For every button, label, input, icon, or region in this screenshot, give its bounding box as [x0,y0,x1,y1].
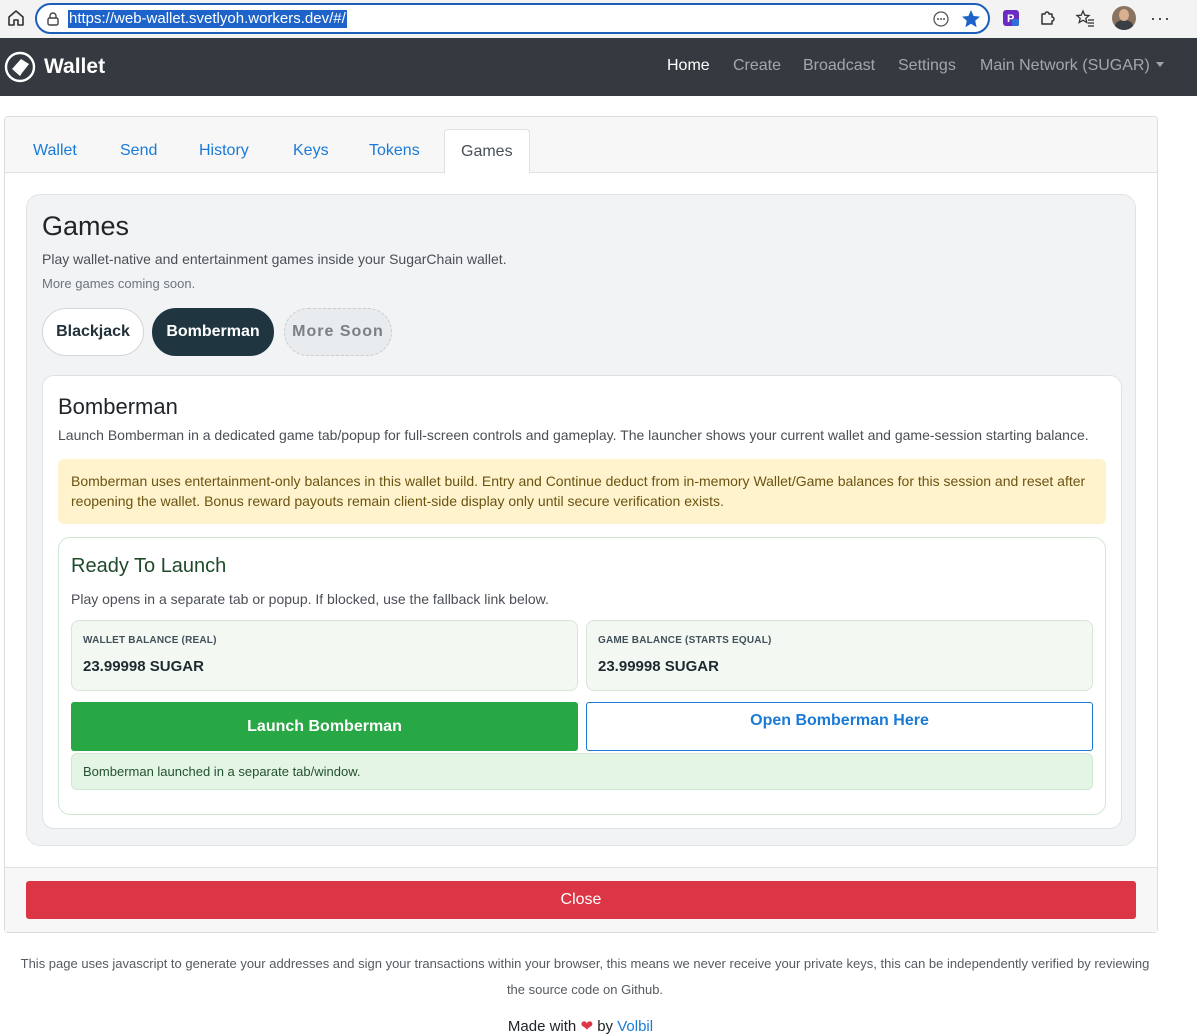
nav-broadcast[interactable]: Broadcast [803,57,875,75]
profile-avatar[interactable] [1112,6,1136,30]
game-pill-more-soon: More Soon [284,308,392,356]
nav-home[interactable]: Home [667,57,710,75]
wallet-logo-icon[interactable] [4,51,36,83]
lock-icon[interactable] [45,11,61,27]
heart-icon: ❤ [580,1018,594,1035]
url-text[interactable]: https://web-wallet.svetlyoh.workers.dev/… [68,10,347,28]
wallet-balance-value: 23.99998 SUGAR [83,658,204,675]
tab-tokens[interactable]: Tokens [353,129,436,173]
game-pill-bomberman[interactable]: Bomberman [152,308,274,356]
launch-bomberman-button[interactable]: Launch Bomberman [71,702,578,751]
close-button[interactable]: Close [26,881,1136,919]
navbar: Wallet Home Create Broadcast Settings Ma… [0,38,1197,96]
bomberman-description: Launch Bomberman in a dedicated game tab… [58,427,1089,443]
open-bomberman-here-button[interactable]: Open Bomberman Here [586,702,1093,751]
made-with-credit: Made with ❤ by Volbil [0,1017,1161,1035]
reader-icon[interactable] [932,10,950,28]
brand-name[interactable]: Wallet [44,55,105,79]
chevron-down-icon [1155,61,1164,67]
tab-bar: Wallet Send History Keys Tokens Games [5,117,1157,174]
address-bar[interactable]: https://web-wallet.svetlyoh.workers.dev/… [35,3,990,34]
more-icon[interactable]: ··· [1150,8,1171,29]
security-footnote: This page uses javascript to generate yo… [20,956,1150,997]
puzzle-icon[interactable] [1037,8,1057,28]
home-icon[interactable] [6,8,26,28]
favorite-star-icon[interactable] [960,8,982,30]
launch-card: Ready To Launch Play opens in a separate… [58,537,1106,815]
wallet-balance-box: Wallet Balance (Real) 23.99998 SUGAR [71,620,578,691]
tab-games[interactable]: Games [444,129,530,174]
warning-alert: Bomberman uses entertainment-only balanc… [58,459,1106,524]
nav-settings[interactable]: Settings [898,57,956,75]
launch-title: Ready To Launch [71,555,227,577]
network-label: Main Network (SUGAR) [980,57,1150,74]
launch-status-message: Bomberman launched in a separate tab/win… [71,753,1093,790]
wallet-card: Wallet Send History Keys Tokens Games Ga… [4,116,1158,933]
browser-toolbar: https://web-wallet.svetlyoh.workers.dev/… [0,0,1197,38]
game-balance-label: Game Balance (Starts Equal) [598,635,772,646]
author-link[interactable]: Volbil [617,1018,653,1035]
launch-subtitle: Play opens in a separate tab or popup. I… [71,591,549,607]
network-dropdown[interactable]: Main Network (SUGAR) [980,57,1164,75]
extension-p-icon[interactable]: P [1001,8,1021,28]
bomberman-card: Bomberman Launch Bomberman in a dedicate… [42,375,1122,829]
nav-create[interactable]: Create [733,57,781,75]
game-pill-blackjack[interactable]: Blackjack [42,308,144,356]
games-title: Games [42,211,130,241]
by-text: by [597,1018,614,1035]
games-subtitle: Play wallet-native and entertainment gam… [42,251,507,267]
games-panel: Games Play wallet-native and entertainme… [26,194,1136,846]
tab-keys[interactable]: Keys [277,129,345,173]
card-footer: Close [5,867,1157,932]
tab-wallet[interactable]: Wallet [17,129,93,173]
tab-history[interactable]: History [183,129,265,173]
games-note: More games coming soon. [42,276,196,291]
tab-send[interactable]: Send [104,129,173,173]
favorites-icon[interactable] [1075,8,1095,28]
bomberman-title: Bomberman [58,394,178,419]
made-with-text: Made with [507,1018,577,1035]
wallet-balance-label: Wallet Balance (Real) [83,635,217,646]
game-balance-box: Game Balance (Starts Equal) 23.99998 SUG… [586,620,1093,691]
game-balance-value: 23.99998 SUGAR [598,658,719,675]
